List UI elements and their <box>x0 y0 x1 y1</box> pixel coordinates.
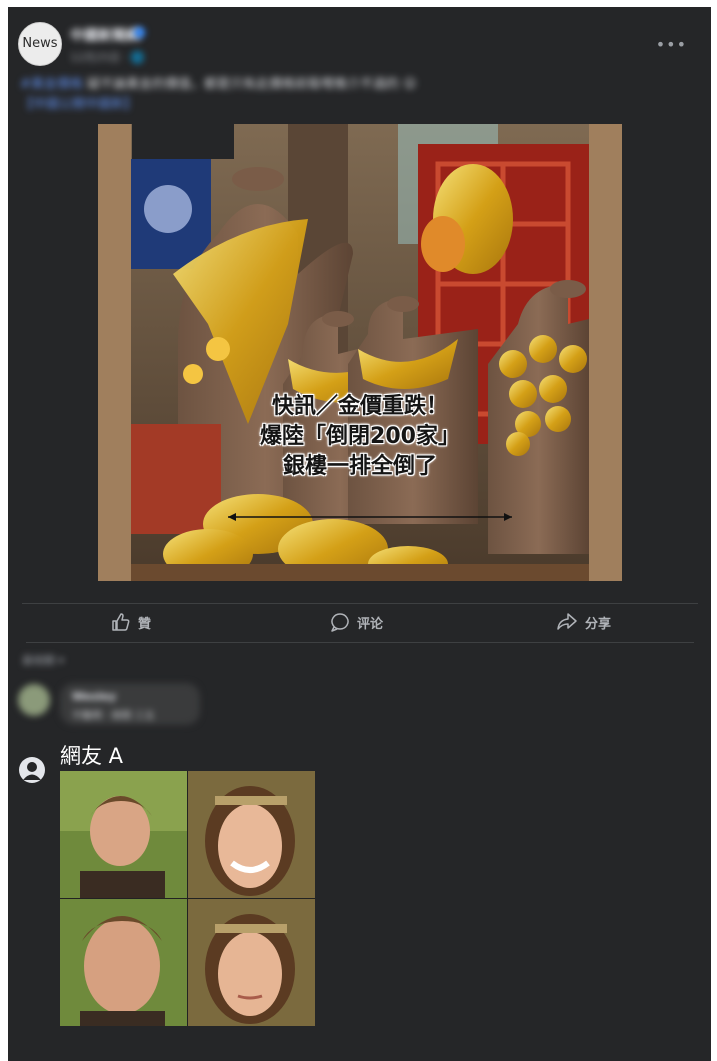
comment-button[interactable]: 评论 <box>330 611 383 633</box>
like-label: 贊 <box>138 616 152 632</box>
verified-badge-icon <box>134 27 145 38</box>
jewelry-display-photo <box>98 124 622 581</box>
blurred-comment-text: 不難啊 · 倒閉 三五 <box>72 711 155 722</box>
headline-line-3: 銀樓一排全倒了 <box>282 454 437 479</box>
divider-bottom <box>26 642 694 643</box>
commenter-name[interactable]: 網友 A <box>60 740 123 770</box>
headline-line-1: 快訊／金價重跌！ <box>271 394 448 419</box>
headline-line-2: 爆陸「倒閉200家」 <box>260 424 460 449</box>
comment-sort-dropdown[interactable]: 最相關 ▾ <box>22 652 64 668</box>
caption-text: 疑不論黃金的價值，都是只有此價格前衛嚟推介不過的 😮 <box>82 77 417 92</box>
share-button[interactable]: 分享 <box>556 611 611 633</box>
user-icon[interactable] <box>19 757 45 783</box>
comment-bubble-blurred: Wesley 不難啊 · 倒閉 三五 <box>60 683 200 725</box>
comment-icon <box>331 613 349 632</box>
blurred-commenter-name[interactable]: Wesley <box>72 690 116 703</box>
meme-image[interactable] <box>60 771 315 1026</box>
facebook-post: News 中國新聞網 12月25日 · 🌐 ••• #黃金價格 疑不論黃金的價值… <box>8 7 711 1061</box>
share-label: 分享 <box>585 616 612 632</box>
redaction-box <box>132 124 234 159</box>
caption-hashtag[interactable]: #黃金價格 <box>20 77 83 92</box>
like-button[interactable]: 贊 <box>111 611 151 633</box>
comment-label: 评论 <box>357 616 384 632</box>
caption-link[interactable]: 【中國公開中國新】 <box>20 97 137 112</box>
commenter-avatar-blurred[interactable] <box>18 684 50 716</box>
image-headline: 快訊／金價重跌！ 爆陸「倒閉200家」 銀樓一排全倒了 <box>98 392 622 482</box>
divider-top <box>22 603 698 604</box>
post-timestamp[interactable]: 12月25日 · 🌐 <box>70 49 144 65</box>
page-name[interactable]: 中國新聞網 <box>70 25 140 45</box>
page-avatar[interactable]: News <box>18 22 62 66</box>
post-image[interactable]: 快訊／金價重跌！ 爆陸「倒閉200家」 銀樓一排全倒了 <box>98 124 622 581</box>
like-icon <box>112 613 130 631</box>
post-caption: #黃金價格 疑不論黃金的價值，都是只有此價格前衛嚟推介不過的 😮 【中國公開中國… <box>20 75 540 115</box>
four-panel-meme <box>60 771 315 1026</box>
more-options-icon[interactable]: ••• <box>656 35 687 54</box>
share-icon <box>557 613 577 630</box>
